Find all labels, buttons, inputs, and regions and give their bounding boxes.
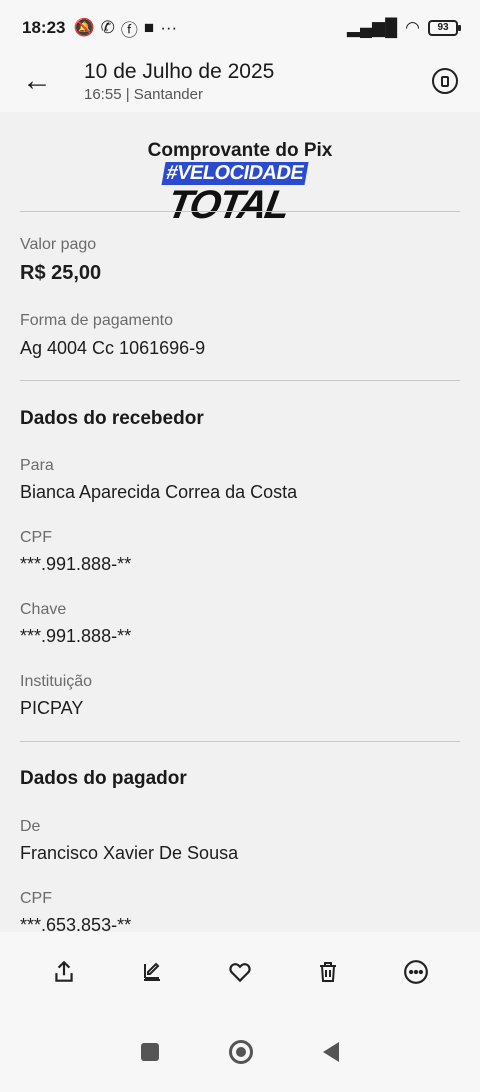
de-label: De xyxy=(20,818,41,835)
video-icon: ■ xyxy=(143,18,155,37)
divider xyxy=(20,380,460,381)
receipt-title: Comprovante do Pix xyxy=(147,140,333,161)
cpf-pagador-value: ***.653.853-** xyxy=(20,915,132,932)
instituicao-value: PICPAY xyxy=(20,698,84,718)
back-button[interactable] xyxy=(323,1042,339,1062)
edit-icon[interactable] xyxy=(132,952,172,992)
facebook-icon: ⓕ xyxy=(120,20,138,40)
battery-icon: 93 xyxy=(428,20,461,36)
app-bar: ← 10 de Julho de 2025 16:55 | Santander xyxy=(0,50,480,112)
instituicao-label: Instituição xyxy=(20,673,93,690)
recebedor-section-title: Dados do recebedor xyxy=(20,408,204,429)
divider xyxy=(20,211,460,212)
delete-icon[interactable] xyxy=(308,952,348,992)
back-arrow-icon[interactable]: ← xyxy=(22,64,62,98)
para-value: Bianca Aparecida Correa da Costa xyxy=(20,482,298,502)
page-subtitle: 16:55 | Santander xyxy=(84,85,203,103)
cpf-value: ***.991.888-** xyxy=(20,554,132,574)
forma-label: Forma de pagamento xyxy=(20,312,173,329)
share-icon[interactable] xyxy=(44,952,84,992)
whatsapp-icon: ✆ xyxy=(100,18,115,37)
wifi-icon: ◠ xyxy=(405,18,420,37)
cpf-label: CPF xyxy=(20,529,52,546)
cpf-pagador-label: CPF xyxy=(20,890,52,907)
rotate-screen-icon[interactable] xyxy=(432,68,458,94)
more-notifications-icon: ··· xyxy=(160,18,178,37)
more-options-icon[interactable] xyxy=(396,952,436,992)
de-value: Francisco Xavier De Sousa xyxy=(20,843,239,863)
valor-label: Valor pago xyxy=(20,236,97,253)
watermark-line2: TOTAL xyxy=(164,183,292,227)
mute-icon: 🔕 xyxy=(73,18,95,37)
watermark-logo: #VELOCIDADE TOTAL xyxy=(154,162,309,227)
para-label: Para xyxy=(20,457,54,474)
divider xyxy=(20,741,460,742)
signal-icon: ▂▄▆█ xyxy=(346,18,398,37)
system-nav-bar xyxy=(0,1012,480,1092)
chave-value: ***.991.888-** xyxy=(20,626,132,646)
action-toolbar xyxy=(0,932,480,1012)
clock: 18:23 xyxy=(22,18,66,37)
valor-value: R$ 25,00 xyxy=(20,262,102,284)
page-title: 10 de Julho de 2025 xyxy=(84,59,275,83)
favorite-heart-icon[interactable] xyxy=(220,952,260,992)
status-bar: 18:23 🔕 ✆ ⓕ ■ ··· ▂▄▆█ ◠ 93 xyxy=(0,0,480,56)
forma-value: Ag 4004 Cc 1061696-9 xyxy=(20,338,206,358)
home-button[interactable] xyxy=(229,1040,253,1064)
receipt-content: Comprovante do Pix ( :1:30 #VELOCIDADE T… xyxy=(0,112,480,932)
chave-label: Chave xyxy=(20,601,67,618)
pagador-section-title: Dados do pagador xyxy=(20,768,187,789)
recents-button[interactable] xyxy=(141,1043,159,1061)
watermark-line1: #VELOCIDADE xyxy=(161,162,309,185)
